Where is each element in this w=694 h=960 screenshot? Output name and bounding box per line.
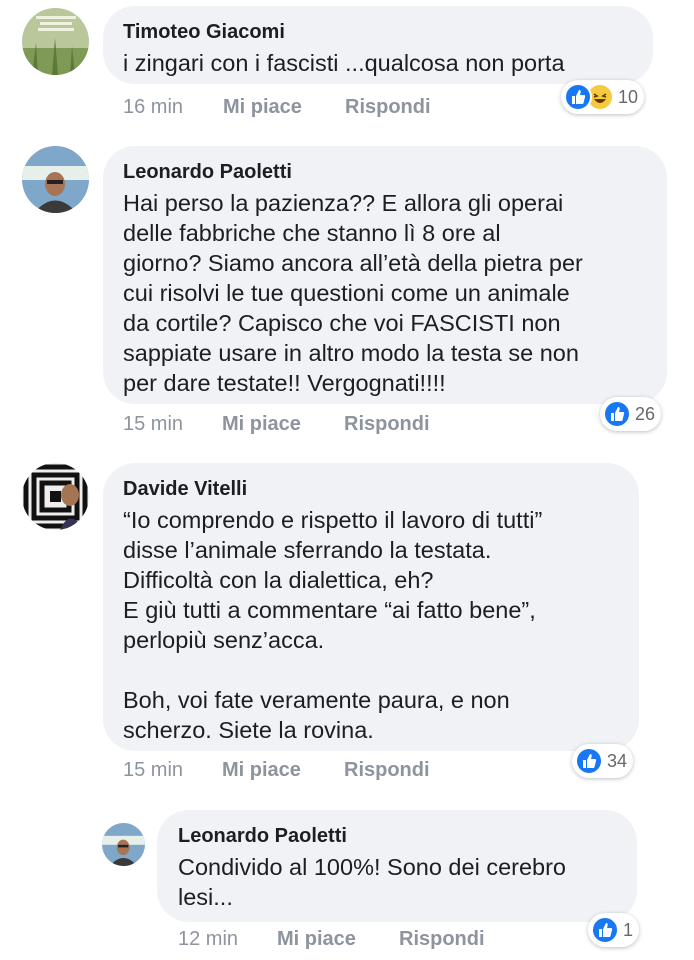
reply-link[interactable]: Rispondi: [344, 759, 430, 782]
comment-text: “Io comprendo e rispetto il lavoro di tu…: [123, 507, 543, 743]
reaction-count: 26: [635, 403, 656, 424]
reaction-summary[interactable]: 10: [561, 80, 645, 114]
comment-author[interactable]: Timoteo Giacomi: [123, 20, 653, 44]
comment-time[interactable]: 15 min: [123, 759, 183, 782]
like-link[interactable]: Mi piace: [222, 413, 301, 436]
avatar[interactable]: [22, 8, 89, 75]
reaction-summary[interactable]: 1: [588, 913, 640, 947]
comment-bubble: Davide Vitelli “Io comprendo e rispetto …: [103, 463, 639, 751]
comment-time[interactable]: 16 min: [123, 96, 183, 119]
comment-author[interactable]: Leonardo Paoletti: [178, 824, 637, 848]
like-link[interactable]: Mi piace: [277, 928, 356, 951]
like-link[interactable]: Mi piace: [222, 759, 301, 782]
like-icon: [564, 83, 592, 111]
reaction-count: 10: [618, 86, 639, 107]
reaction-summary[interactable]: 34: [572, 744, 634, 778]
comment-author[interactable]: Leonardo Paoletti: [123, 160, 667, 184]
comment-text: i zingari con i fascisti ...qualcosa non…: [123, 50, 565, 76]
like-icon: [591, 916, 619, 944]
comment-author[interactable]: Davide Vitelli: [123, 477, 639, 501]
like-icon: [575, 747, 603, 775]
reaction-count: 34: [607, 750, 628, 771]
reply-link[interactable]: Rispondi: [344, 413, 430, 436]
comment-time[interactable]: 12 min: [178, 928, 238, 951]
reaction-summary[interactable]: 26: [600, 397, 662, 431]
avatar[interactable]: [22, 146, 89, 213]
avatar[interactable]: [22, 463, 89, 530]
like-link[interactable]: Mi piace: [223, 96, 302, 119]
comment-bubble: Leonardo Paoletti Hai perso la pazienza?…: [103, 146, 667, 404]
comment-text: Hai perso la pazienza?? E allora gli ope…: [123, 190, 583, 396]
comment-time[interactable]: 15 min: [123, 413, 183, 436]
reply-link[interactable]: Rispondi: [399, 928, 485, 951]
comment-bubble: Timoteo Giacomi i zingari con i fascisti…: [103, 6, 653, 84]
comment-bubble: Leonardo Paoletti Condivido al 100%! Son…: [157, 810, 637, 922]
comment-text: Condivido al 100%! Sono dei cerebro lesi…: [178, 854, 567, 910]
avatar[interactable]: [102, 823, 145, 866]
like-icon: [603, 400, 631, 428]
reply-link[interactable]: Rispondi: [345, 96, 431, 119]
reaction-count: 1: [623, 919, 634, 940]
